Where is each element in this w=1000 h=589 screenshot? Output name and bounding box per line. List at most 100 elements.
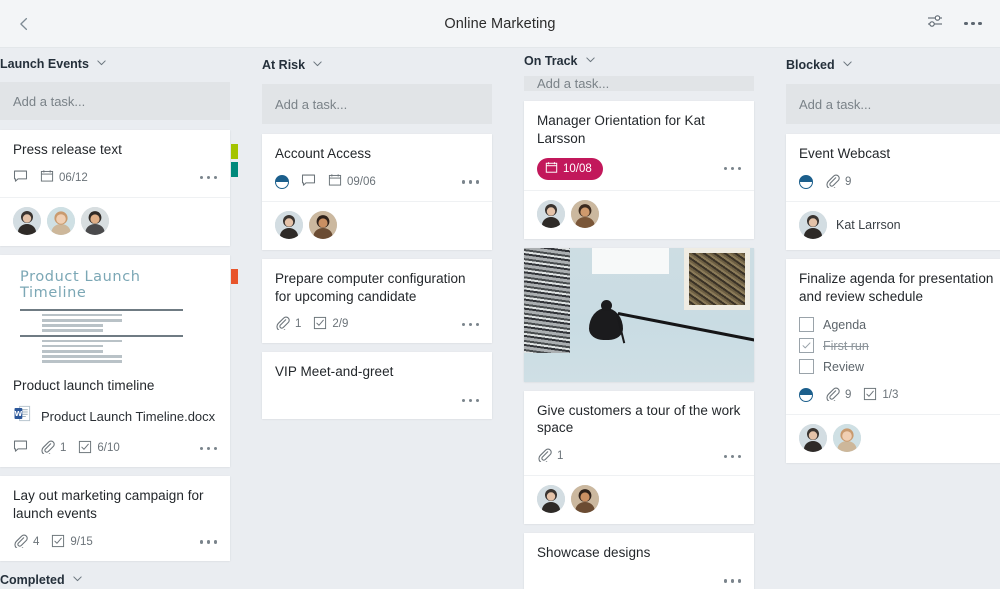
card-more-options-icon[interactable] xyxy=(454,176,479,188)
chevron-down-icon[interactable] xyxy=(842,56,853,74)
add-task-input[interactable]: Add a task... xyxy=(0,82,230,120)
label-bar[interactable] xyxy=(231,161,238,177)
due-date-indicator: 09/06 xyxy=(328,173,376,190)
avatar[interactable] xyxy=(13,206,41,235)
card-assignees xyxy=(524,475,754,524)
task-card-photo[interactable] xyxy=(524,247,754,382)
checklist-icon xyxy=(313,316,327,333)
attachment-count: 1 xyxy=(60,442,67,455)
card-assignees xyxy=(262,200,492,250)
task-card[interactable]: VIP Meet-and-greet xyxy=(262,352,492,420)
card-body: Finalize agenda for presentation and rev… xyxy=(786,259,1000,308)
chevron-down-icon[interactable] xyxy=(72,571,83,589)
checklist-count: 1/3 xyxy=(882,389,899,402)
attachment-icon xyxy=(825,173,840,191)
checklist-count: 9/15 xyxy=(70,536,93,548)
card-more-options-icon[interactable] xyxy=(454,395,479,407)
checklist-item[interactable]: First run xyxy=(799,338,1000,354)
svg-text:W: W xyxy=(15,409,23,418)
avatar[interactable] xyxy=(81,206,109,235)
add-task-input[interactable]: Add a task... xyxy=(524,76,754,91)
card-assignees: Kat Larrson xyxy=(786,200,1000,250)
card-body: Manager Orientation for Kat Larsson xyxy=(524,101,754,150)
bucket-at-risk: At Risk Add a task... Account Access 09/… xyxy=(252,48,502,589)
filter-sliders-icon xyxy=(926,12,944,35)
task-card[interactable]: Prepare computer configuration for upcom… xyxy=(262,258,492,344)
card-more-options-icon[interactable] xyxy=(192,536,217,548)
task-card[interactable]: Product Launch Timeline Product launch t… xyxy=(0,254,238,468)
checklist-item-label: Agenda xyxy=(823,317,867,332)
chevron-down-icon[interactable] xyxy=(585,52,596,70)
avatar[interactable] xyxy=(275,210,303,239)
checklist-item-label: Review xyxy=(823,359,864,374)
task-card[interactable]: Lay out marketing campaign for launch ev… xyxy=(0,476,230,561)
card-more-options-icon[interactable] xyxy=(716,163,741,175)
card-title: Give customers a tour of the work space xyxy=(537,402,741,436)
chevron-down-icon[interactable] xyxy=(96,55,107,73)
bucket-header-completed[interactable]: Completed xyxy=(0,561,240,589)
task-card[interactable]: Account Access 09/06 xyxy=(262,134,492,250)
avatar[interactable] xyxy=(537,199,565,228)
card-meta-row: 1 xyxy=(524,439,754,475)
avatar[interactable] xyxy=(799,210,827,239)
chevron-down-icon[interactable] xyxy=(312,56,323,74)
bucket-header[interactable]: At Risk xyxy=(252,52,502,78)
card-labels xyxy=(231,143,238,177)
card-labels xyxy=(231,268,238,284)
card-meta-row: 9 1/3 xyxy=(786,376,1000,414)
back-button[interactable] xyxy=(0,0,48,48)
avatar[interactable] xyxy=(833,424,861,453)
task-card[interactable]: Finalize agenda for presentation and rev… xyxy=(786,258,1000,464)
more-options-icon xyxy=(964,21,982,26)
attachment-icon xyxy=(40,439,55,457)
bucket-on-track: On Track Add a task... Manager Orientati… xyxy=(514,48,764,589)
more-options-button[interactable] xyxy=(956,7,990,41)
checkbox-unchecked-icon[interactable] xyxy=(799,317,814,333)
task-card[interactable]: Showcase designs xyxy=(524,533,754,589)
checkbox-unchecked-icon[interactable] xyxy=(799,359,814,375)
bucket-header[interactable]: Launch Events xyxy=(0,52,240,76)
task-card[interactable]: Manager Orientation for Kat Larsson 10/0… xyxy=(524,101,754,239)
task-card[interactable]: Give customers a tour of the work space … xyxy=(524,390,754,525)
avatar[interactable] xyxy=(537,485,565,514)
comment-indicator xyxy=(301,173,316,191)
due-date-text: 09/06 xyxy=(347,175,376,188)
add-task-input[interactable]: Add a task... xyxy=(786,84,1000,124)
comment-icon xyxy=(301,173,316,191)
avatar[interactable] xyxy=(47,206,75,235)
due-date-badge: 10/08 xyxy=(537,157,603,180)
filter-button[interactable] xyxy=(918,7,952,41)
checkbox-checked-icon[interactable] xyxy=(799,338,814,354)
attachment-indicator: 9 xyxy=(825,173,851,191)
card-more-options-icon[interactable] xyxy=(192,172,217,184)
label-bar[interactable] xyxy=(231,143,238,159)
avatar[interactable] xyxy=(309,210,337,239)
card-title: Event Webcast xyxy=(799,146,891,161)
avatar[interactable] xyxy=(571,199,599,228)
card-more-options-icon[interactable] xyxy=(192,443,217,455)
checklist-item[interactable]: Review xyxy=(799,359,1000,375)
due-date-text: 06/12 xyxy=(59,171,88,184)
add-task-input[interactable]: Add a task... xyxy=(262,84,492,124)
progress-icon xyxy=(799,174,813,189)
bucket-header[interactable]: Blocked xyxy=(776,52,1000,78)
card-title: Account Access xyxy=(275,146,371,161)
card-more-options-icon[interactable] xyxy=(454,319,479,331)
bucket-title: Blocked xyxy=(786,58,835,72)
card-more-options-icon[interactable] xyxy=(716,575,741,587)
checklist-indicator: 1/3 xyxy=(863,387,898,404)
photo-lamp-arm xyxy=(617,311,754,347)
card-attachment[interactable]: W Product Launch Timeline.docx xyxy=(0,396,230,428)
card-list: Manager Orientation for Kat Larsson 10/0… xyxy=(514,101,764,589)
task-card[interactable]: Event Webcast 9 Kat Larrson xyxy=(786,134,1000,250)
task-card[interactable]: Press release text 06/12 xyxy=(0,129,238,246)
avatar[interactable] xyxy=(799,424,827,453)
checklist-item[interactable]: Agenda xyxy=(799,317,1000,333)
bucket-header[interactable]: On Track xyxy=(514,52,764,70)
preview-document-lines xyxy=(20,308,210,365)
card-more-options-icon[interactable] xyxy=(716,451,741,463)
label-bar[interactable] xyxy=(231,268,238,284)
top-bar: Online Marketing xyxy=(0,0,1000,48)
comment-icon xyxy=(13,169,28,187)
avatar[interactable] xyxy=(571,485,599,514)
